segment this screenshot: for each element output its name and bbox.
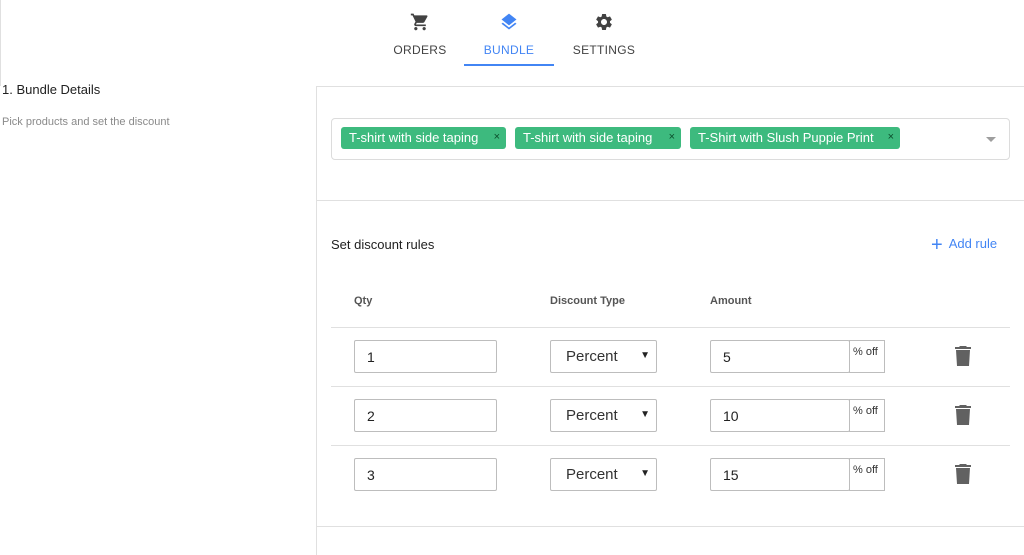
remove-chip-icon[interactable]: × [494,131,500,143]
cart-icon [410,13,428,31]
qty-input[interactable]: 3 [354,458,497,491]
percent-off-addon: % off [849,458,885,491]
remove-chip-icon[interactable]: × [669,131,675,143]
trash-icon[interactable] [955,405,971,425]
row-divider [331,327,1010,328]
tab-orders-label: ORDERS [393,43,447,57]
percent-off-addon: % off [849,399,885,432]
product-multiselect[interactable]: T-shirt with side taping × T-shirt with … [331,118,1010,160]
discount-type-select[interactable]: Percent ▼ [550,399,657,432]
rules-title: Set discount rules [331,237,435,252]
column-header-type: Discount Type [550,295,625,307]
plus-icon: + [931,234,943,256]
add-rule-button[interactable]: + Add rule [931,234,998,256]
product-chip-label: T-Shirt with Slush Puppie Print [698,130,874,145]
product-chip: T-Shirt with Slush Puppie Print × [690,127,900,149]
qty-input[interactable]: 2 [354,399,497,432]
section-divider [316,200,1024,201]
section-divider [316,526,1024,527]
caret-down-icon: ▼ [640,468,650,479]
amount-input[interactable]: 10 [710,399,850,432]
row-divider [331,445,1010,446]
tab-settings[interactable]: SETTINGS [569,0,639,66]
tab-bundle-label: BUNDLE [483,43,535,57]
column-header-qty: Qty [354,295,373,307]
product-chip: T-shirt with side taping × [341,127,506,149]
percent-off-addon: % off [849,340,885,373]
section-title: 1. Bundle Details [2,82,101,97]
caret-down-icon: ▼ [640,409,650,420]
caret-down-icon: ▼ [640,350,650,361]
qty-input[interactable]: 1 [354,340,497,373]
product-chip-label: T-shirt with side taping [523,130,653,145]
column-header-amount: Amount [710,295,752,307]
chevron-down-icon[interactable] [986,137,996,142]
discount-type-select[interactable]: Percent ▼ [550,340,657,373]
top-navigation: ORDERS BUNDLE SETTINGS [0,0,1024,86]
trash-icon[interactable] [955,464,971,484]
trash-icon[interactable] [955,346,971,366]
row-divider [331,386,1010,387]
product-chip-label: T-shirt with side taping [349,130,479,145]
remove-chip-icon[interactable]: × [888,131,894,143]
tab-settings-label: SETTINGS [572,43,636,57]
discount-type-select[interactable]: Percent ▼ [550,458,657,491]
discount-type-value: Percent [566,407,618,424]
active-tab-indicator [464,64,554,66]
discount-type-value: Percent [566,466,618,483]
section-subtitle: Pick products and set the discount [2,116,170,128]
tab-orders[interactable]: ORDERS [385,0,455,66]
amount-input[interactable]: 5 [710,340,850,373]
add-rule-label: Add rule [948,236,998,251]
amount-input[interactable]: 15 [710,458,850,491]
discount-type-value: Percent [566,348,618,365]
layers-icon [501,13,517,30]
gear-icon [596,13,612,30]
product-chip: T-shirt with side taping × [515,127,681,149]
tab-bundle[interactable]: BUNDLE [464,0,554,66]
